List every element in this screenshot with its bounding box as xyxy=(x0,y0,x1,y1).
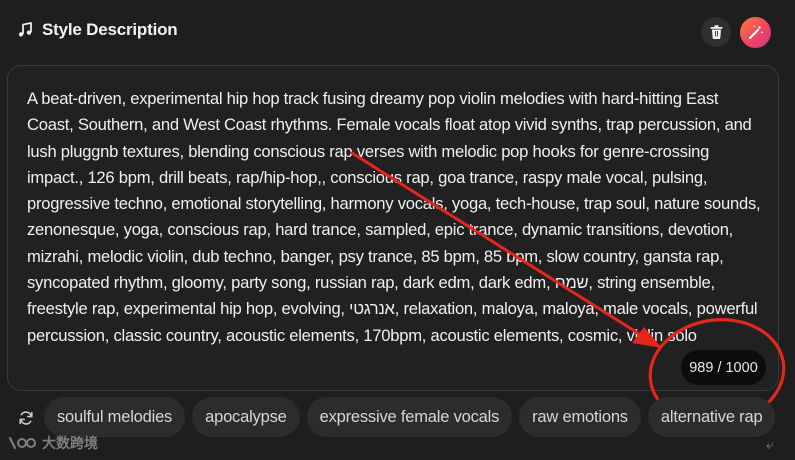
corner-handle-icon: ⤶ xyxy=(766,436,774,452)
style-description-editor[interactable]: A beat-driven, experimental hip hop trac… xyxy=(7,65,779,391)
suggestion-tag[interactable]: raw emotions xyxy=(519,397,641,437)
style-description-text[interactable]: A beat-driven, experimental hip hop trac… xyxy=(27,86,765,349)
suggestion-tag[interactable]: apocalypse xyxy=(192,397,300,437)
watermark: 大数跨境 xyxy=(8,433,98,453)
delete-button[interactable] xyxy=(701,17,731,47)
refresh-icon xyxy=(19,411,33,425)
magic-wand-icon xyxy=(748,25,764,40)
suggestion-tags: soulful melodies apocalypse expressive f… xyxy=(44,397,776,437)
music-note-icon xyxy=(16,21,34,39)
watermark-logo-icon xyxy=(9,437,36,449)
enhance-button[interactable] xyxy=(740,17,771,48)
trash-icon xyxy=(710,25,722,39)
title-group: Style Description xyxy=(16,20,178,40)
watermark-text: 大数跨境 xyxy=(42,435,98,451)
character-counter: 989 / 1000 xyxy=(681,350,766,385)
suggestion-tag[interactable]: soulful melodies xyxy=(44,397,186,437)
refresh-suggestions-button[interactable] xyxy=(14,406,38,430)
suggestion-tag[interactable]: expressive female vocals xyxy=(306,397,513,437)
suggestion-tags-row: soulful melodies apocalypse expressive f… xyxy=(0,396,795,440)
suggestion-tag[interactable]: alternative rap xyxy=(647,397,776,437)
page-title: Style Description xyxy=(42,20,178,39)
style-description-header: Style Description xyxy=(0,0,795,64)
